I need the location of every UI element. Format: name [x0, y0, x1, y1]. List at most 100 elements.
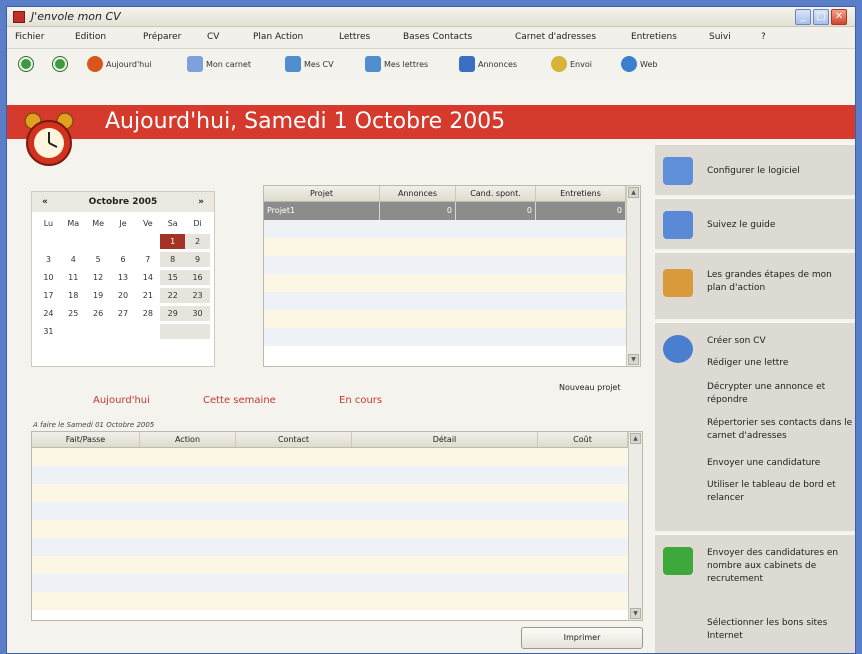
calendar-day[interactable]: 31 [36, 324, 61, 339]
toolbar-mon-carnet-button[interactable]: Mon carnet [187, 55, 251, 73]
calendar-day[interactable]: 26 [86, 306, 111, 321]
calendar-day[interactable]: 28 [135, 306, 160, 321]
rp-link-creer-cv[interactable]: Créer son CV [707, 335, 853, 348]
calendar-day[interactable]: 9 [185, 252, 210, 267]
menu-bases-contacts[interactable]: Bases Contacts [403, 32, 472, 42]
calendar-day[interactable]: 7 [135, 252, 160, 267]
rp-link-decrypter[interactable]: Décrypter une annonce et répondre [707, 381, 853, 407]
table-row [264, 328, 640, 346]
calendar-day[interactable]: 5 [86, 252, 111, 267]
forward-arrow-icon[interactable] [53, 57, 67, 71]
calendar-day[interactable]: 30 [185, 306, 210, 321]
rp-link-cabinets[interactable]: Envoyer des candidatures en nombre aux c… [707, 547, 853, 586]
back-arrow-icon[interactable] [19, 57, 33, 71]
column-header[interactable]: Cand. spont. [456, 186, 536, 201]
annonces-icon [459, 56, 475, 72]
new-project-link[interactable]: Nouveau projet [559, 383, 621, 392]
calendar-day[interactable]: 21 [135, 288, 160, 303]
scroll-up-icon[interactable]: ▲ [628, 187, 639, 198]
toolbar-annonces-button[interactable]: Annonces [459, 55, 517, 73]
menu-edition[interactable]: Edition [75, 32, 106, 42]
calendar-day[interactable]: 18 [61, 288, 86, 303]
calendar-day[interactable]: 11 [61, 270, 86, 285]
rp-link-envoyer[interactable]: Envoyer une candidature [707, 457, 853, 470]
rp-link-tableau[interactable]: Utiliser le tableau de bord et relancer [707, 479, 853, 505]
calendar-day[interactable]: 12 [86, 270, 111, 285]
column-header[interactable]: Entretiens [536, 186, 626, 201]
calendar-day[interactable]: 25 [61, 306, 86, 321]
calendar-day[interactable]: 22 [160, 288, 186, 303]
rp-block-steps[interactable]: Les grandes étapes de mon plan d'action [655, 251, 855, 319]
calendar-day[interactable]: 1 [160, 234, 186, 249]
column-header[interactable]: Projet [264, 186, 380, 201]
menu-entretiens[interactable]: Entretiens [631, 32, 677, 42]
toolbar-envoi-button[interactable]: Envoi [551, 55, 592, 73]
projects-scrollbar[interactable]: ▲ ▼ [626, 186, 640, 366]
scroll-down-icon[interactable]: ▼ [630, 608, 641, 619]
calendar-weekday: Ve [142, 219, 153, 228]
calendar-day[interactable]: 13 [111, 270, 136, 285]
column-header[interactable]: Contact [236, 432, 352, 447]
toolbar-label: Mon carnet [206, 59, 251, 69]
calendar-day[interactable]: 6 [111, 252, 136, 267]
rp-link-guide[interactable]: Suivez le guide [707, 219, 853, 232]
calendar-day[interactable]: 10 [36, 270, 61, 285]
calendar-day[interactable]: 16 [185, 270, 210, 285]
calendar-day[interactable]: 29 [160, 306, 186, 321]
rp-block-guide[interactable]: Suivez le guide [655, 197, 855, 249]
toolbar-mes-lettres-button[interactable]: Mes lettres [365, 55, 428, 73]
calendar-prev-button[interactable]: « [42, 197, 48, 207]
table-row [32, 484, 642, 502]
menu-suivi[interactable]: Suivi [709, 32, 731, 42]
calendar-day[interactable]: 20 [111, 288, 136, 303]
scroll-up-icon[interactable]: ▲ [630, 433, 641, 444]
calendar-day[interactable]: 17 [36, 288, 61, 303]
table-row[interactable]: Projet1 0 0 0 [264, 202, 640, 220]
calendar-day[interactable]: 2 [185, 234, 210, 249]
toolbar-web-button[interactable]: Web [621, 55, 657, 73]
rp-link-configurer[interactable]: Configurer le logiciel [707, 165, 853, 178]
column-header[interactable]: Coût [538, 432, 628, 447]
tab-en-cours[interactable]: En cours [339, 395, 382, 406]
calendar-day[interactable]: 27 [111, 306, 136, 321]
column-header[interactable]: Fait/Passe [32, 432, 140, 447]
tab-aujourdhui[interactable]: Aujourd'hui [93, 395, 150, 406]
tasks-scrollbar[interactable]: ▲ ▼ [628, 432, 642, 620]
menu-help[interactable]: ? [761, 32, 766, 42]
calendar-weekday: Di [193, 219, 202, 228]
calendar: « Octobre 2005 » Lu Ma Me Je Ve Sa Di 1 2 3 4 5 6 7 8 9… [31, 191, 215, 367]
calendar-day[interactable]: 14 [135, 270, 160, 285]
rp-link-etapes[interactable]: Les grandes étapes de mon plan d'action [707, 269, 853, 295]
table-row [264, 292, 640, 310]
calendar-day[interactable]: 3 [36, 252, 61, 267]
rp-block-config[interactable]: Configurer le logiciel [655, 143, 855, 195]
column-header[interactable]: Détail [352, 432, 538, 447]
menu-lettres[interactable]: Lettres [339, 32, 370, 42]
minimize-button[interactable]: _ [795, 9, 811, 25]
calendar-day[interactable]: 15 [160, 270, 186, 285]
menu-carnet-adresses[interactable]: Carnet d'adresses [515, 32, 596, 42]
menu-fichier[interactable]: Fichier [15, 32, 44, 42]
menu-cv[interactable]: CV [207, 32, 219, 42]
column-header[interactable]: Action [140, 432, 236, 447]
close-button[interactable]: ✕ [831, 9, 847, 25]
calendar-day[interactable]: 23 [185, 288, 210, 303]
toolbar-mes-cv-button[interactable]: Mes CV [285, 55, 334, 73]
print-button[interactable]: Imprimer [521, 627, 643, 649]
column-header[interactable]: Annonces [380, 186, 456, 201]
calendar-day[interactable]: 4 [61, 252, 86, 267]
toolbar-aujourdhui-button[interactable]: Aujourd'hui [87, 55, 152, 73]
tab-cette-semaine[interactable]: Cette semaine [203, 395, 276, 406]
calendar-day[interactable]: 24 [36, 306, 61, 321]
rp-link-sites[interactable]: Sélectionner les bons sites Internet [707, 617, 853, 643]
calendar-day[interactable]: 19 [86, 288, 111, 303]
calendar-day[interactable]: 8 [160, 252, 186, 267]
menu-preparer[interactable]: Préparer [143, 32, 181, 42]
rp-link-contacts[interactable]: Répertorier ses contacts dans le carnet … [707, 417, 853, 443]
calendar-next-button[interactable]: » [198, 197, 204, 207]
scroll-down-icon[interactable]: ▼ [628, 354, 639, 365]
rp-link-rediger[interactable]: Rédiger une lettre [707, 357, 853, 370]
table-row [32, 520, 642, 538]
maximize-button[interactable]: □ [813, 9, 829, 25]
menu-plan-action[interactable]: Plan Action [253, 32, 303, 42]
